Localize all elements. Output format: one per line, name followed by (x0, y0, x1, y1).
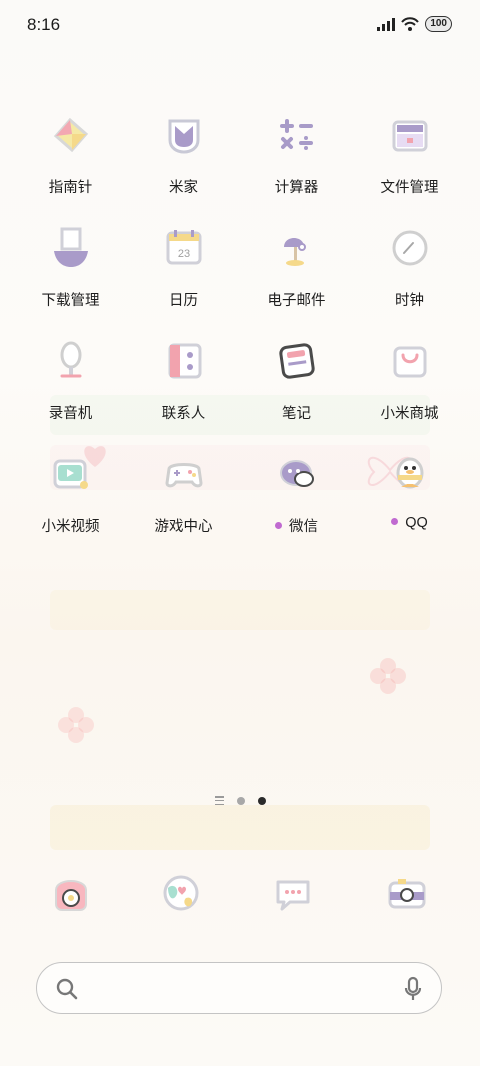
app-calendar[interactable]: 23 日历 (127, 225, 240, 325)
flower-decoration-2 (58, 707, 94, 743)
svg-text:23: 23 (178, 248, 190, 260)
app-label: 下载管理 (41, 293, 100, 309)
app-label: 电子邮件 (267, 293, 326, 309)
mi-store-icon (393, 346, 427, 378)
calculator-icon (280, 119, 313, 150)
app-label: 笔记 (282, 406, 311, 422)
app-label: QQ (353, 515, 466, 531)
wifi-icon (401, 17, 420, 31)
download-icon (54, 227, 88, 267)
app-label: 指南针 (48, 180, 93, 196)
microphone-icon[interactable] (403, 976, 423, 1002)
signal-icon (377, 17, 396, 31)
contacts-icon (168, 343, 202, 379)
calendar-icon: 23 (166, 230, 202, 265)
app-label-text: 微信 (289, 519, 318, 535)
app-label: 微信 (240, 515, 353, 536)
status-icons: 100 (377, 16, 452, 32)
app-label: 文件管理 (380, 180, 439, 196)
page-dot-2-active[interactable] (257, 796, 266, 805)
app-clock[interactable]: 时钟 (353, 225, 466, 325)
status-time: 8:16 (27, 15, 61, 34)
app-game-center[interactable]: 游戏中心 (127, 451, 240, 551)
app-calculator[interactable]: 计算器 (240, 112, 353, 212)
app-label: 米家 (169, 180, 198, 196)
app-label: 小米商城 (380, 406, 439, 422)
file-manager-icon (392, 120, 428, 152)
phone-icon[interactable] (48, 870, 94, 916)
app-compass[interactable]: 指南针 (14, 112, 127, 212)
app-label: 时钟 (395, 293, 424, 309)
page-dot-1[interactable] (236, 796, 245, 805)
flower-decoration (370, 658, 406, 694)
app-contacts[interactable]: 联系人 (127, 338, 240, 438)
clock-icon (392, 230, 428, 266)
minus-one-screen-icon[interactable] (214, 796, 224, 805)
wechat-icon (280, 460, 314, 487)
app-label: 联系人 (161, 406, 206, 422)
app-label: 日历 (169, 293, 198, 309)
app-mi-video[interactable]: 小米视频 (14, 451, 127, 551)
notification-dot (275, 522, 282, 529)
mi-video-icon (53, 459, 88, 489)
email-icon (284, 238, 306, 266)
app-qq[interactable]: QQ (353, 451, 466, 551)
messages-icon[interactable] (270, 870, 316, 916)
app-label-text: QQ (405, 515, 428, 531)
compass-icon (53, 117, 89, 153)
qq-icon (396, 457, 424, 489)
app-file-manager[interactable]: 文件管理 (353, 112, 466, 212)
app-label: 计算器 (274, 180, 319, 196)
page-indicator (0, 796, 480, 805)
app-label: 游戏中心 (154, 519, 213, 535)
app-notes[interactable]: 笔记 (240, 338, 353, 438)
app-label: 小米视频 (41, 519, 100, 535)
recorder-icon (60, 341, 82, 378)
status-bar: 8:16 100 (0, 0, 480, 50)
app-label: 录音机 (48, 406, 93, 422)
app-download[interactable]: 下载管理 (14, 225, 127, 325)
search-icon (56, 978, 78, 1000)
app-mijia[interactable]: 米家 (127, 112, 240, 212)
dock (0, 870, 480, 922)
app-recorder[interactable]: 录音机 (14, 338, 127, 438)
search-bar[interactable] (36, 962, 442, 1014)
app-mi-store[interactable]: 小米商城 (353, 338, 466, 438)
camera-icon[interactable] (384, 870, 430, 916)
mijia-icon (168, 119, 200, 154)
notes-icon (279, 343, 315, 379)
battery-indicator: 100 (425, 16, 452, 32)
app-email[interactable]: 电子邮件 (240, 225, 353, 325)
browser-icon[interactable] (158, 870, 204, 916)
notification-dot (391, 518, 399, 525)
app-wechat[interactable]: 微信 (240, 451, 353, 551)
game-center-icon (165, 463, 203, 488)
